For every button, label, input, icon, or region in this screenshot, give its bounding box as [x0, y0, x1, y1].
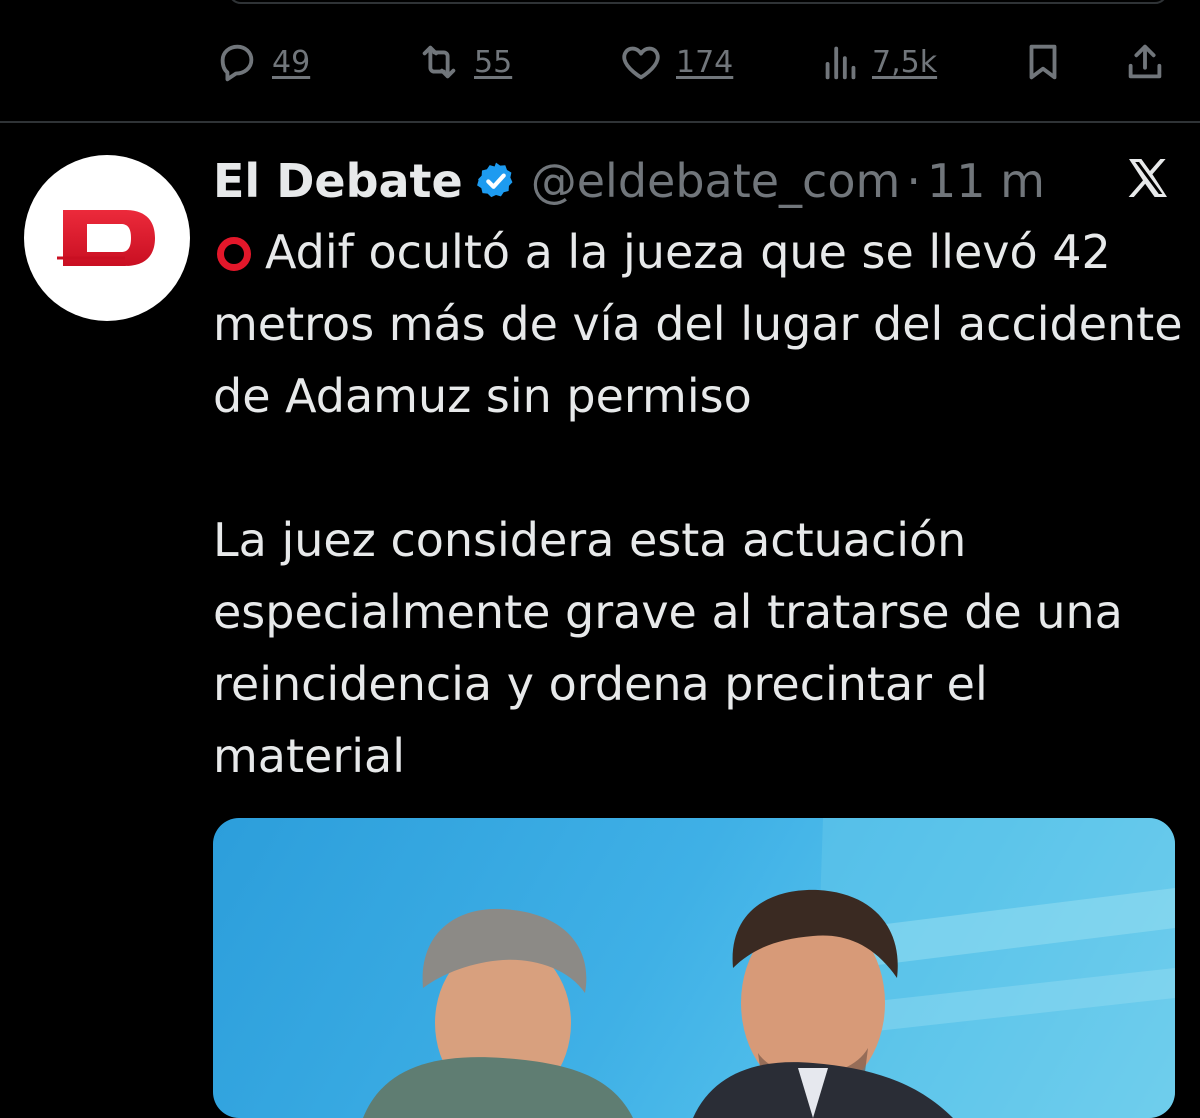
share-icon	[1128, 44, 1162, 79]
tweet-divider	[0, 121, 1200, 123]
views-button[interactable]: 7,5k	[818, 36, 937, 88]
tweet-action-bar: 49 55 174 7,5k	[0, 36, 1200, 88]
tweet-paragraph-2: La juez considera esta actuación especia…	[213, 513, 1123, 783]
red-circle-icon	[217, 237, 251, 271]
bookmark-button[interactable]	[1020, 36, 1066, 88]
retweet-button[interactable]: 55	[416, 36, 512, 88]
previous-media-card-edge	[228, 0, 1168, 4]
bookmark-icon	[1029, 44, 1057, 80]
like-icon	[622, 46, 660, 80]
retweet-icon	[422, 45, 456, 79]
tweet-header: El Debate @eldebate_com · 11 m	[213, 150, 1045, 212]
verified-badge-icon[interactable]	[475, 160, 517, 202]
tweet-timestamp[interactable]: 11 m	[927, 154, 1045, 208]
views-count: 7,5k	[872, 44, 938, 80]
avatar[interactable]	[24, 155, 190, 321]
x-logo-icon[interactable]	[1124, 154, 1172, 202]
like-count: 174	[676, 44, 734, 80]
tweet-media-photo[interactable]	[213, 818, 1175, 1118]
views-icon	[825, 46, 856, 80]
el-debate-logo	[57, 210, 155, 266]
tweet-paragraph-1-text: Adif ocultó a la jueza que se llevó 42 m…	[213, 225, 1183, 423]
like-button[interactable]: 174	[618, 36, 733, 88]
share-button[interactable]	[1122, 36, 1168, 88]
news-photo	[363, 818, 1175, 1118]
header-separator: ·	[906, 154, 921, 208]
tweet-paragraph-1: Adif ocultó a la jueza que se llevó 42 m…	[213, 216, 1188, 432]
author-display-name[interactable]: El Debate	[213, 154, 463, 208]
reply-button[interactable]: 49	[214, 36, 310, 88]
reply-count: 49	[272, 44, 311, 80]
tweet-text: Adif ocultó a la jueza que se llevó 42 m…	[213, 216, 1188, 792]
reply-icon	[220, 44, 254, 82]
retweet-count: 55	[474, 44, 513, 80]
author-handle[interactable]: @eldebate_com	[531, 154, 901, 208]
